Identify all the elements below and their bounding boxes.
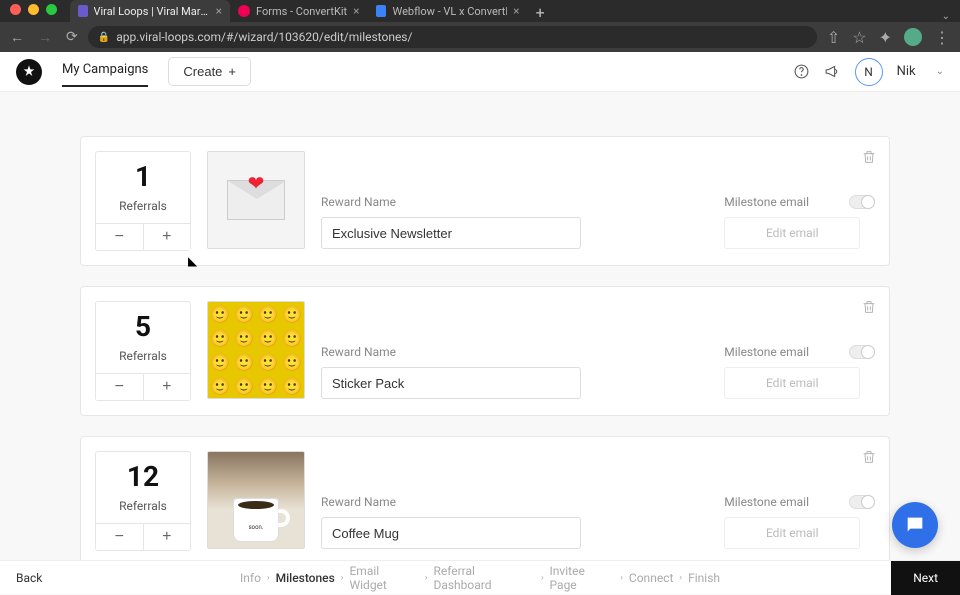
crumb-invitee-page[interactable]: Invitee Page (550, 564, 615, 592)
crumb-email-widget[interactable]: Email Widget (349, 564, 418, 592)
stepper-plus-button[interactable]: + (144, 224, 191, 250)
address-bar[interactable]: 🔒 app.viral-loops.com/#/wizard/103620/ed… (88, 26, 817, 48)
referrals-count: 1 (96, 160, 190, 193)
reward-name-label: Reward Name (321, 195, 708, 209)
help-icon[interactable] (793, 63, 810, 80)
window-close-button[interactable] (10, 4, 21, 15)
referrals-stepper: − + (96, 523, 190, 550)
stepper-plus-button[interactable]: + (144, 374, 191, 400)
lock-icon: 🔒 (98, 32, 110, 43)
user-name[interactable]: Nik (897, 64, 916, 79)
favicon-icon (238, 5, 250, 17)
window-zoom-button[interactable] (46, 4, 57, 15)
tab-close-icon[interactable]: × (216, 4, 222, 18)
referrals-stepper: − + (96, 373, 190, 400)
crumb-milestones[interactable]: Milestones (276, 571, 335, 585)
tab-webflow[interactable]: Webflow - VL x ConvertKit × (368, 0, 528, 22)
wizard-breadcrumbs: Info› Milestones› Email Widget› Referral… (240, 564, 720, 592)
referrals-box: 1 Referrals − + (95, 151, 191, 251)
stepper-minus-button[interactable]: − (96, 524, 144, 550)
milestone-email-toggle[interactable] (849, 195, 875, 209)
stepper-minus-button[interactable]: − (96, 224, 144, 250)
tab-title: Webflow - VL x ConvertKit (392, 5, 507, 18)
chrome-tab-bar: Viral Loops | Viral Marketing C × Forms … (0, 0, 960, 22)
milestone-card: 12 Referrals − + soon. Reward Name Miles… (80, 436, 890, 560)
megaphone-icon[interactable] (824, 63, 841, 80)
edit-email-button[interactable]: Edit email (724, 217, 860, 249)
favicon-icon (78, 5, 88, 17)
chrome-menu-icon[interactable]: ⋮ (934, 28, 950, 47)
crumb-finish[interactable]: Finish (688, 571, 720, 585)
create-button-label: Create (183, 64, 222, 79)
profile-avatar[interactable] (904, 28, 922, 46)
chevron-down-icon[interactable]: ⌄ (936, 66, 944, 77)
new-tab-button[interactable]: + (528, 3, 553, 22)
url-text: app.viral-loops.com/#/wizard/103620/edit… (116, 30, 412, 44)
reward-name-label: Reward Name (321, 495, 708, 509)
reward-thumbnail[interactable]: 🙂🙂🙂🙂 🙂🙂🙂🙂 🙂🙂🙂🙂 🙂🙂🙂🙂 (207, 301, 305, 399)
referrals-label: Referrals (96, 349, 190, 363)
share-icon[interactable]: ⇧ (827, 28, 840, 47)
crumb-referral-dashboard[interactable]: Referral Dashboard (433, 564, 534, 592)
tab-viral-loops[interactable]: Viral Loops | Viral Marketing C × (70, 0, 230, 22)
reward-name-input[interactable] (321, 367, 581, 399)
edit-email-button[interactable]: Edit email (724, 517, 860, 549)
app-header: My Campaigns Create + N Nik ⌄ (0, 52, 960, 92)
referrals-label: Referrals (96, 199, 190, 213)
user-avatar[interactable]: N (855, 58, 883, 86)
stepper-minus-button[interactable]: − (96, 374, 144, 400)
reward-thumbnail[interactable]: soon. (207, 451, 305, 549)
back-button[interactable]: Back (0, 571, 58, 585)
milestone-email-label: Milestone email (724, 345, 809, 359)
window-minimize-button[interactable] (28, 4, 39, 15)
wizard-footer: Back Info› Milestones› Email Widget› Ref… (0, 560, 960, 594)
tabs-dropdown-icon[interactable]: ⌄ (942, 11, 950, 22)
chrome-url-bar: ← → ⟳ 🔒 app.viral-loops.com/#/wizard/103… (0, 22, 960, 52)
referrals-box: 12 Referrals − + (95, 451, 191, 551)
next-button[interactable]: Next (891, 561, 960, 595)
crumb-connect[interactable]: Connect (629, 571, 673, 585)
milestone-email-label: Milestone email (724, 495, 809, 509)
tab-title: Forms - ConvertKit (256, 5, 347, 18)
tab-close-icon[interactable]: × (513, 4, 519, 18)
bookmark-icon[interactable]: ☆ (852, 28, 866, 47)
referrals-count: 5 (96, 310, 190, 343)
tab-convertkit[interactable]: Forms - ConvertKit × (230, 0, 368, 22)
nav-forward-icon[interactable]: → (38, 29, 52, 46)
plus-icon: + (228, 64, 236, 79)
delete-milestone-button[interactable] (861, 299, 877, 319)
app-logo[interactable] (16, 59, 42, 85)
milestone-email-label: Milestone email (724, 195, 809, 209)
milestone-card: 1 Referrals − + ❤ Reward Name Milestone … (80, 136, 890, 266)
favicon-icon (376, 5, 387, 17)
intercom-chat-button[interactable] (892, 502, 938, 548)
stepper-plus-button[interactable]: + (144, 524, 191, 550)
tab-title: Viral Loops | Viral Marketing C (94, 5, 210, 18)
delete-milestone-button[interactable] (861, 449, 877, 469)
envelope-icon: ❤ (227, 180, 285, 220)
referrals-stepper: − + (96, 223, 190, 250)
crumb-info[interactable]: Info (240, 571, 261, 585)
nav-reload-icon[interactable]: ⟳ (66, 29, 78, 45)
nav-my-campaigns[interactable]: My Campaigns (62, 62, 148, 87)
reward-thumbnail[interactable]: ❤ (207, 151, 305, 249)
referrals-count: 12 (96, 460, 190, 493)
reward-name-label: Reward Name (321, 345, 708, 359)
milestone-email-toggle[interactable] (849, 345, 875, 359)
nav-back-icon[interactable]: ← (10, 29, 24, 46)
delete-milestone-button[interactable] (861, 149, 877, 169)
reward-name-input[interactable] (321, 217, 581, 249)
referrals-label: Referrals (96, 499, 190, 513)
referrals-box: 5 Referrals − + (95, 301, 191, 401)
milestones-content: 1 Referrals − + ❤ Reward Name Milestone … (0, 116, 960, 560)
extensions-icon[interactable]: ✦ (879, 28, 892, 47)
chat-icon (904, 514, 926, 536)
create-button[interactable]: Create + (168, 57, 251, 86)
milestone-email-toggle[interactable] (849, 495, 875, 509)
edit-email-button[interactable]: Edit email (724, 367, 860, 399)
reward-name-input[interactable] (321, 517, 581, 549)
milestone-card: 5 Referrals − + 🙂🙂🙂🙂 🙂🙂🙂🙂 🙂🙂🙂🙂 🙂🙂🙂🙂 Rewa… (80, 286, 890, 416)
tab-close-icon[interactable]: × (353, 4, 359, 18)
